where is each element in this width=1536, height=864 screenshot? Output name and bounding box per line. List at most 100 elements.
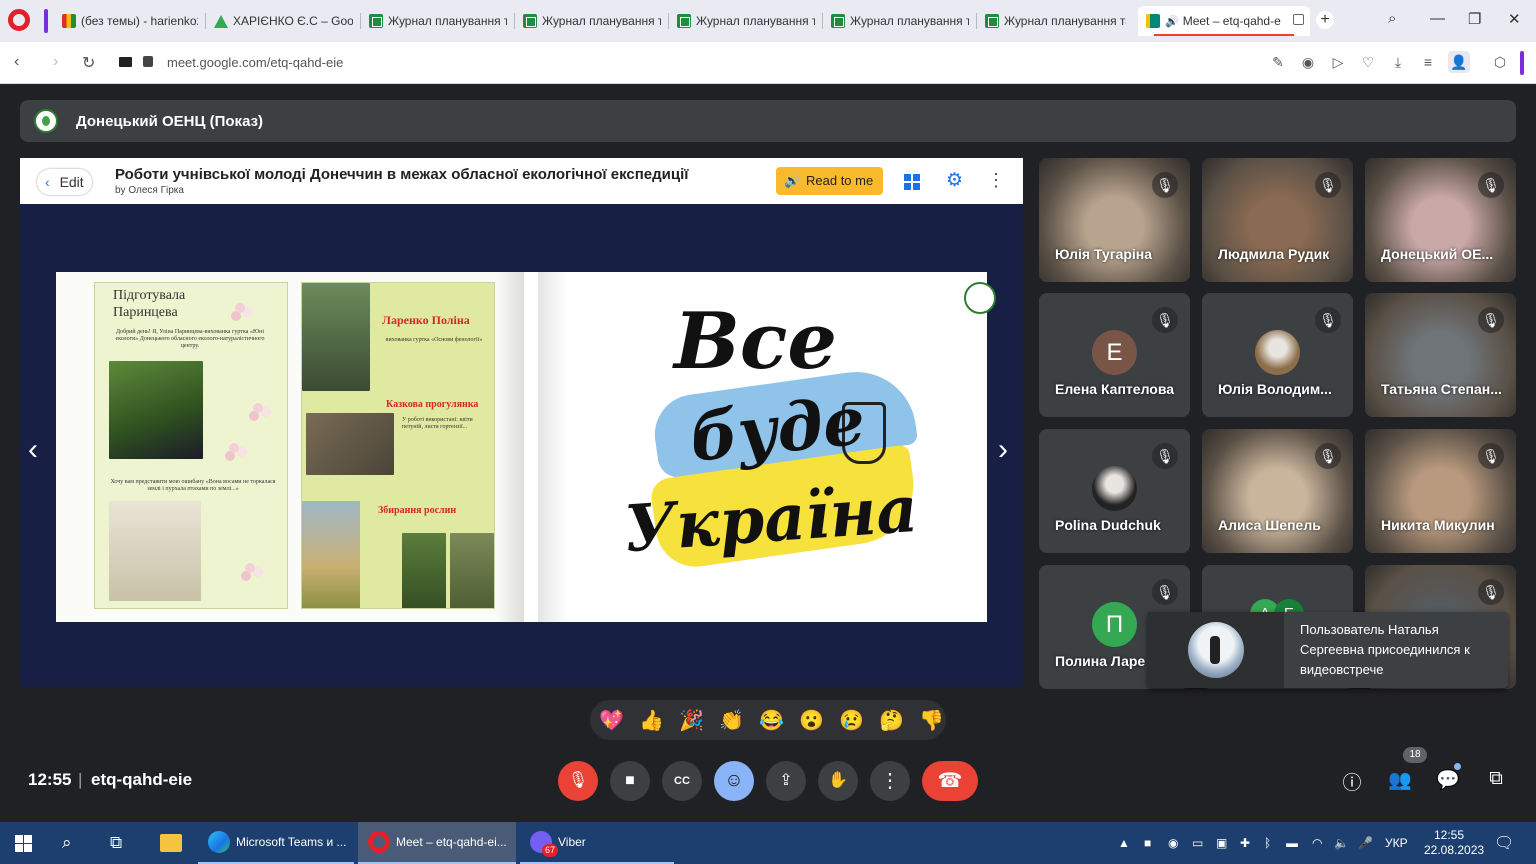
microphone-off-button[interactable]: 🎙	[558, 761, 598, 801]
tab-sheets-3[interactable]: Журнал планування та	[669, 6, 823, 36]
search-tabs-icon[interactable]: ⌕	[1388, 10, 1396, 27]
clock[interactable]: 12:55 22.08.2023	[1424, 828, 1484, 858]
taskbar-viber[interactable]: 67 Viber	[520, 822, 674, 864]
tray-app-icon[interactable]: ▭	[1192, 836, 1203, 850]
edit-button[interactable]: ‹ Edit	[37, 169, 92, 195]
participant-tile[interactable]: 🎙 Юлія Володим...	[1202, 293, 1353, 417]
profile-icon[interactable]: 👤	[1448, 51, 1470, 73]
heart-icon[interactable]: ♡	[1360, 54, 1376, 70]
next-page-icon[interactable]: ›	[998, 433, 1008, 467]
easy-setup-icon[interactable]: ≡	[1420, 54, 1436, 70]
opera-logo-icon[interactable]	[8, 9, 30, 31]
sparkling-heart-reaction[interactable]: 💖	[599, 708, 624, 733]
address-bar: ‹ › ↻ meet.google.com/etq-qahd-eie ✎ ◉ ▷…	[0, 42, 1536, 84]
edit-label: Edit	[59, 174, 84, 190]
participant-tile[interactable]: 🎙 Алиса Шепель	[1202, 429, 1353, 553]
notification-center-icon[interactable]: 🗨	[1494, 833, 1514, 853]
sheets-icon	[677, 14, 691, 28]
participant-name: Юлія Тугаріна	[1055, 246, 1153, 262]
present-button[interactable]: ⇪	[766, 761, 806, 801]
tray-app-icon[interactable]: ■	[1144, 836, 1151, 850]
flipbook-header: ‹ Edit Роботи учнівської молоді Донеччин…	[20, 158, 1023, 204]
more-options-button[interactable]: ⋮	[870, 761, 910, 801]
taskbar-teams[interactable]: Microsoft Teams и ...	[198, 822, 354, 864]
leave-call-button[interactable]: ☎	[922, 761, 978, 801]
participant-tile[interactable]: 🎙 Донецький ОЕ...	[1365, 158, 1516, 282]
microphone-icon[interactable]: 🎤	[1358, 836, 1373, 850]
back-icon[interactable]: ‹	[14, 53, 19, 71]
chat-icon[interactable]: 💬	[1435, 768, 1461, 792]
close-window-icon[interactable]: ✕	[1508, 10, 1521, 28]
surprised-reaction[interactable]: 😮	[799, 708, 824, 733]
tab-sheets-5[interactable]: Журнал планування та	[977, 6, 1134, 36]
bluetooth-icon[interactable]: ᛒ	[1264, 836, 1271, 850]
tab-close-icon[interactable]	[1293, 14, 1304, 25]
camera-in-use-icon[interactable]	[119, 57, 132, 67]
participant-tile[interactable]: 🎙 Юлія Тугаріна	[1039, 158, 1190, 282]
page-gutter-shadow	[538, 272, 568, 622]
restore-window-icon[interactable]: ❐	[1468, 10, 1481, 28]
thinking-reaction[interactable]: 🤔	[879, 708, 904, 733]
minimize-icon[interactable]: —	[1430, 10, 1445, 27]
read-to-me-button[interactable]: 🔊 Read to me	[776, 167, 883, 195]
tab-sheets-2[interactable]: Журнал планування та	[515, 6, 669, 36]
tab-gmail[interactable]: (без темы) - harienko2	[54, 6, 206, 36]
laughing-reaction[interactable]: 😂	[759, 708, 784, 733]
send-icon[interactable]: ▷	[1330, 54, 1346, 70]
meet-icon	[1146, 14, 1160, 28]
tab-label: Журнал планування та	[696, 14, 815, 28]
url-field[interactable]: meet.google.com/etq-qahd-eie	[167, 55, 343, 70]
participant-tile[interactable]: 🎙 Людмила Рудик	[1202, 158, 1353, 282]
raise-hand-button[interactable]: ✋	[818, 761, 858, 801]
windows-start-icon[interactable]	[15, 835, 32, 852]
taskbar-meet[interactable]: Meet – etq-qahd-ei...	[358, 822, 516, 864]
lock-icon[interactable]	[143, 56, 153, 67]
search-icon[interactable]: ⌕	[62, 833, 72, 853]
panel-heading: Ларенко Поліна	[382, 313, 470, 327]
participant-tile[interactable]: 🎙 Татьяна Степан...	[1365, 293, 1516, 417]
extensions-cube-icon[interactable]: ⬡	[1492, 54, 1508, 70]
edit-icon[interactable]: ✎	[1270, 54, 1286, 70]
previous-page-icon[interactable]: ‹	[28, 433, 38, 467]
grid-view-icon[interactable]	[904, 174, 920, 190]
participant-tile[interactable]: 🎙 Никита Микулин	[1365, 429, 1516, 553]
file-explorer-icon[interactable]	[160, 834, 182, 852]
tab-sheets-1[interactable]: Журнал планування та	[361, 6, 515, 36]
tab-drive[interactable]: ХАРІЄНКО Є.С – Googl	[206, 6, 361, 36]
tab-sheets-4[interactable]: Журнал планування та	[823, 6, 977, 36]
more-options-icon[interactable]: ⋮	[987, 170, 1005, 191]
volume-icon[interactable]: 🔈	[1334, 836, 1349, 850]
activities-icon[interactable]: ⧉	[1483, 768, 1509, 790]
battery-icon[interactable]: ▬	[1286, 836, 1298, 850]
wifi-icon[interactable]: ◠	[1312, 836, 1322, 850]
reload-icon[interactable]: ↻	[82, 53, 95, 73]
task-view-icon[interactable]: ⧉	[110, 833, 122, 853]
organization-logo-icon	[34, 109, 58, 133]
tray-app-icon[interactable]: ▲	[1118, 836, 1130, 850]
camera-button[interactable]: ■	[610, 761, 650, 801]
tray-viber-icon[interactable]: ◉	[1168, 836, 1178, 850]
keyboard-language[interactable]: УКР	[1385, 836, 1408, 850]
crying-reaction[interactable]: 😢	[839, 708, 864, 733]
gear-icon[interactable]: ⚙	[946, 169, 963, 192]
people-icon[interactable]: 👥	[1387, 768, 1413, 792]
tab-meet-active[interactable]: 🔊 Meet – etq-qahd-e	[1138, 6, 1310, 36]
tray-app-icon[interactable]: ▣	[1216, 836, 1227, 850]
flipbook-spread[interactable]: Підготувала Паринцева Добрий день! Я, Ул…	[56, 272, 996, 622]
thumbs-up-reaction[interactable]: 👍	[639, 708, 664, 733]
participant-tile[interactable]: 🎙 Polina Dudchuk	[1039, 429, 1190, 553]
thumbs-down-reaction[interactable]: 👎	[919, 708, 944, 733]
captions-button[interactable]: CC	[662, 761, 702, 801]
new-tab-plus-icon[interactable]: +	[1316, 11, 1334, 29]
sheets-icon	[523, 14, 537, 28]
party-popper-reaction[interactable]: 🎉	[679, 708, 704, 733]
tray-app-icon[interactable]: ✚	[1240, 836, 1250, 850]
meeting-info-icon[interactable]: ⓘ	[1339, 768, 1365, 795]
download-icon[interactable]: ⤓	[1390, 54, 1406, 70]
snapshot-camera-icon[interactable]: ◉	[1300, 54, 1316, 70]
participant-tile[interactable]: Е 🎙 Елена Каптелова	[1039, 293, 1190, 417]
shared-screen[interactable]: ‹ Edit Роботи учнівської молоді Донеччин…	[20, 158, 1023, 687]
reactions-button[interactable]: ☺	[714, 761, 754, 801]
forward-icon[interactable]: ›	[53, 53, 58, 71]
clapping-reaction[interactable]: 👏	[719, 708, 744, 733]
